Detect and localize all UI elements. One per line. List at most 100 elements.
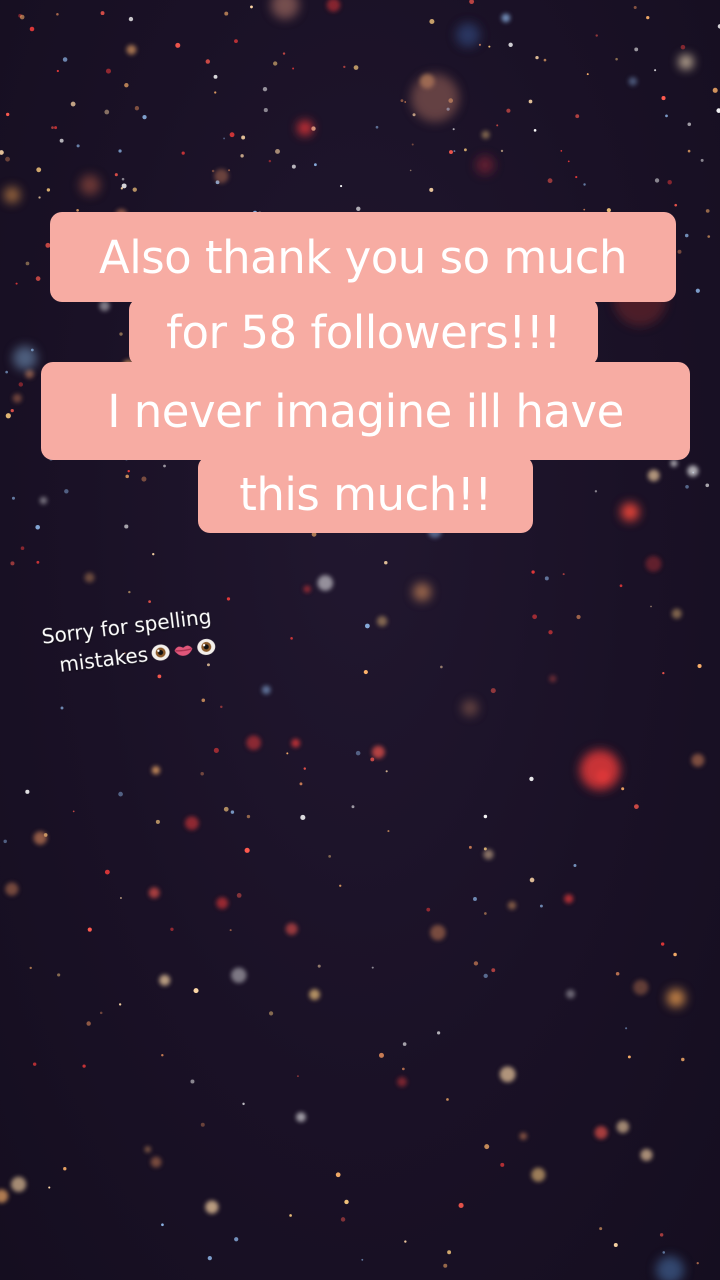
bokeh-dot (54, 126, 58, 130)
bokeh-dot (317, 964, 321, 968)
bokeh-dot (370, 757, 375, 762)
bokeh-dot (314, 163, 317, 167)
bokeh-dot (223, 137, 226, 140)
bokeh-dot (128, 590, 131, 594)
bokeh-dot (275, 148, 280, 154)
bokeh-dot (11, 496, 15, 500)
bokeh-dot (677, 249, 682, 254)
bokeh-dot (687, 122, 692, 127)
bokeh-dot (309, 989, 320, 1001)
bokeh-dot (5, 156, 10, 162)
bokeh-dot (193, 988, 199, 994)
bokeh-dot (114, 173, 118, 177)
bokeh-dot (48, 1186, 51, 1189)
bokeh-dot (200, 772, 204, 776)
bokeh-dot (473, 897, 477, 901)
bokeh-dot (697, 663, 702, 669)
lips-icon (174, 645, 193, 656)
bokeh-dot (385, 770, 388, 773)
bokeh-dot (63, 1167, 67, 1171)
bokeh-dot (507, 901, 517, 910)
bokeh-dot (490, 688, 496, 694)
bokeh-dot (473, 961, 479, 966)
bokeh-dot (548, 630, 553, 635)
bokeh-dot (268, 1011, 274, 1016)
bokeh-dot (705, 209, 710, 213)
bokeh-dot (303, 767, 306, 770)
bokeh-dot (285, 923, 298, 936)
bokeh-dot (246, 735, 261, 751)
bokeh-dot (564, 894, 574, 904)
bokeh-dot (15, 282, 18, 285)
bokeh-dot (500, 149, 504, 153)
bokeh-dot (616, 1120, 630, 1134)
bokeh-dot (375, 125, 379, 129)
bokeh-dot (35, 276, 41, 281)
bokeh-dot (339, 184, 343, 188)
bokeh-dot (25, 369, 35, 379)
bokeh-dot (447, 1250, 452, 1255)
bokeh-dot (29, 966, 32, 970)
bokeh-dot (705, 483, 710, 488)
bokeh-dot (446, 1098, 449, 1101)
bokeh-dot (291, 738, 301, 748)
bokeh-dot (356, 206, 361, 211)
bokeh-dot (236, 893, 242, 898)
bokeh-dot (231, 967, 247, 983)
bokeh-dot (625, 1027, 628, 1030)
bokeh-dot (687, 149, 691, 153)
bokeh-dot (665, 114, 668, 118)
bokeh-dot (371, 966, 374, 969)
bokeh-dot (531, 1167, 546, 1182)
bokeh-dot (543, 58, 547, 62)
bokeh-dot (673, 952, 677, 957)
bokeh-dot (619, 584, 623, 588)
bokeh-dot (376, 616, 388, 627)
bokeh-dot (430, 924, 446, 941)
bokeh-dot (291, 164, 296, 169)
bokeh-dot (84, 572, 95, 583)
bokeh-dot (411, 74, 459, 122)
bokeh-dot (120, 187, 123, 190)
bokeh-dot (531, 570, 535, 574)
bokeh-dot (121, 177, 125, 181)
bokeh-dot (0, 1189, 9, 1203)
bokeh-dot (134, 106, 140, 111)
bokeh-dot (57, 973, 61, 977)
bokeh-dot (33, 831, 47, 845)
bokeh-dot (583, 208, 586, 211)
bokeh-dot (576, 614, 581, 620)
bokeh-dot (575, 175, 578, 179)
bokeh-dot (3, 839, 7, 844)
caption-line-4: this much!! (198, 456, 533, 533)
bokeh-dot (681, 1057, 685, 1062)
bokeh-dot (640, 1148, 653, 1162)
bokeh-dot (453, 150, 456, 153)
bokeh-dot (404, 1240, 407, 1243)
bokeh-dot (326, 0, 341, 12)
bokeh-dot (216, 897, 229, 909)
bokeh-dot (483, 973, 488, 979)
bokeh-dot (340, 1217, 346, 1222)
bokeh-dot (661, 96, 666, 101)
bokeh-dot (100, 11, 105, 16)
bokeh-dot (261, 685, 271, 695)
bokeh-dot (13, 346, 37, 370)
bokeh-dot (82, 1064, 86, 1068)
bokeh-dot (674, 203, 678, 207)
bokeh-dot (273, 61, 278, 66)
bokeh-dot (506, 108, 511, 113)
bokeh-dot (213, 74, 218, 79)
bokeh-dot (206, 663, 210, 667)
bokeh-dot (437, 1031, 441, 1035)
bokeh-dot (80, 175, 100, 195)
bokeh-dot (667, 989, 685, 1007)
bokeh-dot (241, 135, 246, 140)
bokeh-dot (142, 115, 147, 120)
bokeh-dot (118, 1003, 122, 1006)
bokeh-dot (412, 113, 416, 117)
bokeh-dot (263, 108, 268, 113)
bokeh-dot (296, 1112, 306, 1123)
bokeh-dot (11, 1176, 27, 1192)
bokeh-dot (684, 233, 689, 238)
